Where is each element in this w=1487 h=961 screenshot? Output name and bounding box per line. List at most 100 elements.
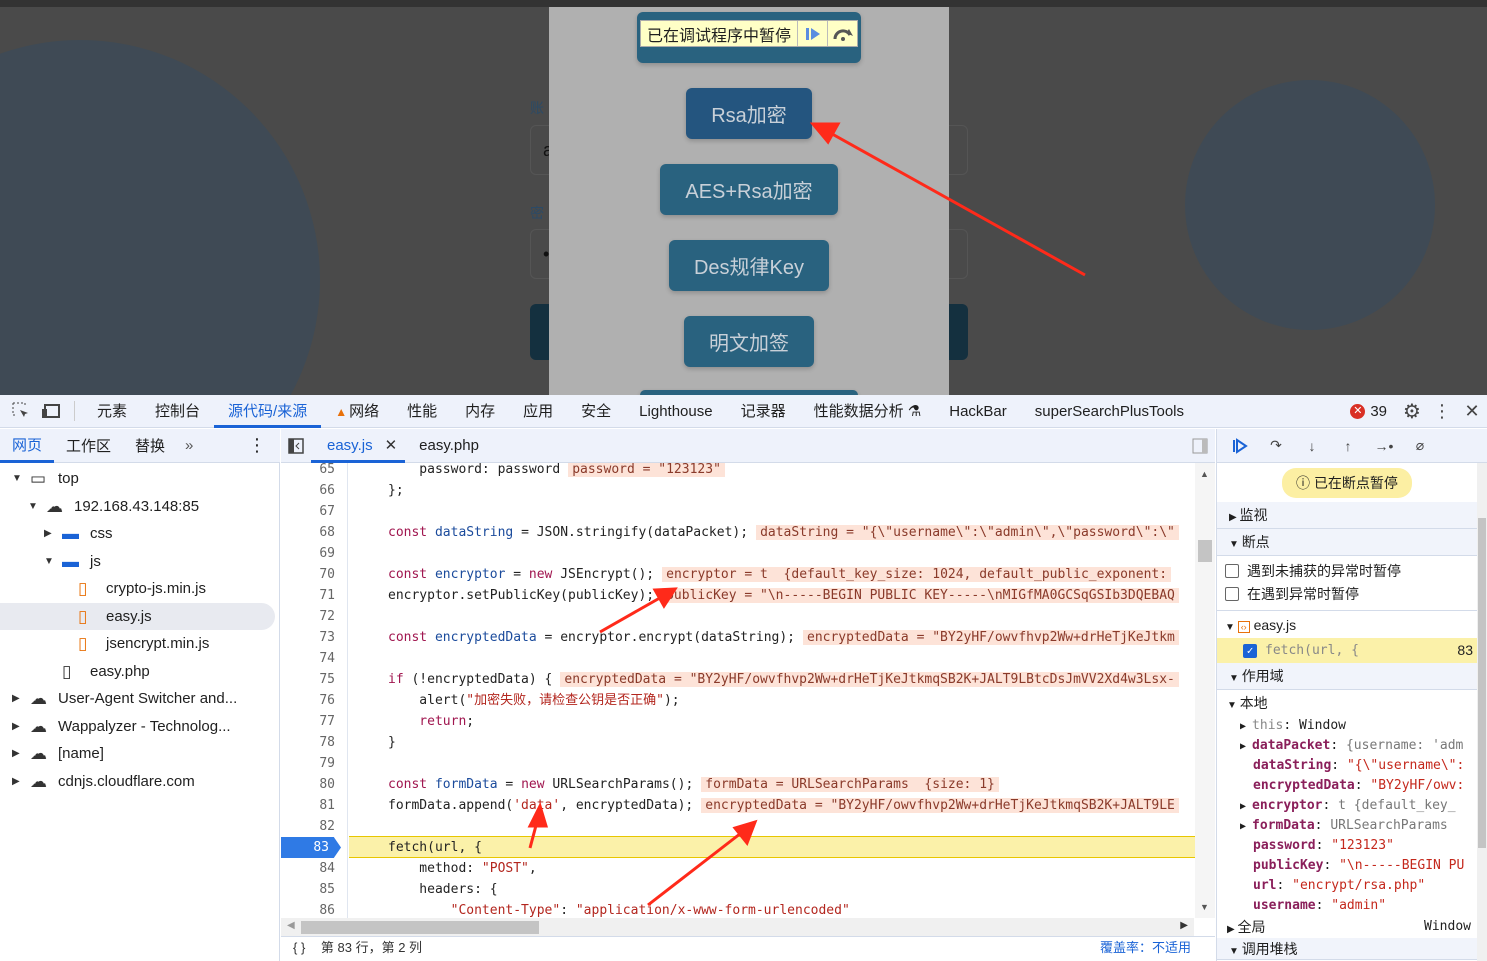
scope-variable[interactable]: ▶ encryptor: t {default_key_ — [1217, 796, 1487, 816]
navigator-menu-icon[interactable]: ⋮ — [234, 435, 280, 456]
line-number[interactable]: 70 — [281, 564, 347, 585]
tree-item[interactable]: ▶ ☁ Wappalyzer - Technolog... — [0, 713, 279, 741]
scope-variable[interactable]: publicKey: "\n-----BEGIN PU — [1217, 856, 1487, 876]
local-scope[interactable]: ▼ 本地 — [1217, 690, 1487, 716]
tab-4[interactable]: 性能 — [393, 395, 451, 428]
nav-tab-page[interactable]: 网页 — [0, 429, 55, 463]
tree-item[interactable]: ▶ ☁ [name] — [0, 740, 279, 768]
breakpoint-file[interactable]: ▼ ‹› easy.js — [1217, 610, 1487, 638]
tab-12[interactable]: superSearchPlusTools — [1021, 395, 1198, 428]
step-over-icon[interactable] — [827, 21, 857, 46]
coverage-link[interactable]: 覆盖率：不适用 — [1100, 937, 1191, 959]
line-number[interactable]: 71 — [281, 585, 347, 606]
more-tabs-chevron-icon[interactable]: » — [177, 437, 201, 454]
scope-variable[interactable]: dataString: "{\"username\": — [1217, 756, 1487, 776]
collapsed-triangle-icon[interactable]: ▶ — [12, 713, 20, 741]
editor-horizontal-scrollbar[interactable]: ◀ ▶ — [281, 918, 1194, 936]
code-editor[interactable]: 65 password: password password = "123123"… — [281, 463, 1215, 918]
line-number[interactable]: 72 — [281, 606, 347, 627]
scope-variable[interactable]: ▶ this: Window — [1217, 716, 1487, 736]
nav-tab-workspace[interactable]: 工作区 — [54, 435, 123, 456]
breakpoint-marker[interactable]: 83 — [281, 837, 341, 858]
deactivate-breakpoints-icon[interactable]: ⌀ — [1405, 431, 1435, 461]
call-stack-section[interactable]: ▼ 调用堆栈 — [1217, 938, 1487, 960]
resume-icon[interactable] — [1225, 431, 1255, 461]
tree-item[interactable]: ▯ easy.php — [0, 658, 279, 686]
line-number[interactable]: 76 — [281, 690, 347, 711]
pretty-print-icon[interactable]: { } — [293, 940, 305, 955]
breakpoint-checkbox[interactable]: ✓ — [1243, 644, 1257, 658]
device-toolbar-icon[interactable] — [36, 396, 66, 426]
scope-variable[interactable]: password: "123123" — [1217, 836, 1487, 856]
scope-section[interactable]: ▼ 作用域 — [1217, 663, 1487, 690]
line-number[interactable]: 86 — [281, 900, 347, 918]
tree-item[interactable]: ▯ jsencrypt.min.js — [0, 630, 279, 658]
close-devtools-icon[interactable]: ✕ — [1457, 396, 1487, 426]
line-number[interactable]: 67 — [281, 501, 347, 522]
toggle-debugger-icon[interactable] — [1185, 431, 1215, 461]
expand-triangle-icon[interactable]: ▶ — [1240, 821, 1252, 832]
line-number[interactable]: 69 — [281, 543, 347, 564]
resume-icon[interactable] — [797, 21, 827, 46]
line-number[interactable]: 68 — [281, 522, 347, 543]
collapsed-triangle-icon[interactable]: ▶ — [12, 685, 20, 713]
line-number[interactable]: 85 — [281, 879, 347, 900]
tab-2[interactable]: 源代码/来源 — [214, 395, 322, 428]
line-number[interactable]: 74 — [281, 648, 347, 669]
collapsed-triangle-icon[interactable]: ▶ — [44, 520, 52, 548]
line-number[interactable]: 80 — [281, 774, 347, 795]
line-number[interactable]: 77 — [281, 711, 347, 732]
tree-item[interactable]: ▶ ☁ cdnjs.cloudflare.com — [0, 768, 279, 796]
scope-variable[interactable]: ▶ formData: URLSearchParams — [1217, 816, 1487, 836]
tree-item[interactable]: ▼ ☁ 192.168.43.148:85 — [0, 493, 279, 521]
line-number[interactable]: 78 — [281, 732, 347, 753]
scope-variable[interactable]: ▶ dataPacket: {username: 'adm — [1217, 736, 1487, 756]
tab-11[interactable]: HackBar — [935, 395, 1021, 428]
tab-5[interactable]: 内存 — [451, 395, 509, 428]
scope-variable[interactable]: encryptedData: "BY2yHF/owv: — [1217, 776, 1487, 796]
line-number[interactable]: 82 — [281, 816, 347, 837]
file-tab-easy-js[interactable]: easy.js ✕ — [311, 429, 406, 463]
pause-uncaught-checkbox[interactable]: 遇到未捕获的异常时暂停 — [1225, 560, 1479, 583]
line-number[interactable]: 73 — [281, 627, 347, 648]
inspect-element-icon[interactable] — [6, 396, 36, 426]
file-tab-easy-php[interactable]: easy.php — [405, 437, 493, 454]
aes-rsa-encrypt-button[interactable]: AES+Rsa加密 — [660, 164, 838, 215]
line-number[interactable]: 75 — [281, 669, 347, 690]
line-number[interactable]: 81 — [281, 795, 347, 816]
tab-7[interactable]: 安全 — [567, 395, 625, 428]
expanded-triangle-icon[interactable]: ▼ — [44, 548, 54, 576]
expand-triangle-icon[interactable]: ▶ — [1240, 801, 1252, 812]
tab-6[interactable]: 应用 — [509, 395, 567, 428]
breakpoint-item[interactable]: ✓ fetch(url, {83 — [1217, 638, 1487, 663]
des-key-button[interactable]: Des规律Key — [669, 240, 829, 291]
collapsed-triangle-icon[interactable]: ▶ — [12, 740, 20, 768]
nav-tab-overrides[interactable]: 替换 — [123, 435, 177, 456]
tab-3[interactable]: ▲ 网络 — [321, 395, 393, 428]
scope-variable[interactable]: url: "encrypt/rsa.php" — [1217, 876, 1487, 896]
tree-item[interactable]: ▼ ▭ top — [0, 465, 279, 493]
tab-8[interactable]: Lighthouse — [625, 395, 726, 428]
line-number[interactable]: 79 — [281, 753, 347, 774]
sidebar-scrollbar[interactable] — [1477, 463, 1487, 961]
error-count-badge[interactable]: ✕ 39 — [1350, 403, 1397, 420]
collapsed-triangle-icon[interactable]: ▶ — [12, 768, 20, 796]
tree-item[interactable]: ▶ ☁ User-Agent Switcher and... — [0, 685, 279, 713]
tree-item[interactable]: ▼ ▬ js — [0, 548, 279, 576]
settings-gear-icon[interactable]: ⚙ — [1397, 396, 1427, 426]
tree-item[interactable]: ▶ ▬ css — [0, 520, 279, 548]
more-options-icon[interactable]: ⋮ — [1427, 396, 1457, 426]
pause-caught-checkbox[interactable]: 在遇到异常时暂停 — [1225, 583, 1479, 606]
line-number[interactable]: 66 — [281, 480, 347, 501]
line-number[interactable]: 84 — [281, 858, 347, 879]
step-out-icon[interactable]: ↑ — [1333, 431, 1363, 461]
step-over-icon[interactable]: ↷ — [1261, 431, 1291, 461]
expanded-triangle-icon[interactable]: ▼ — [28, 493, 38, 521]
expand-triangle-icon[interactable]: ▶ — [1240, 721, 1252, 732]
tab-9[interactable]: 记录器 — [727, 395, 800, 428]
tab-0[interactable]: 元素 — [83, 395, 141, 428]
expanded-triangle-icon[interactable]: ▼ — [12, 465, 22, 493]
breakpoints-section[interactable]: ▼ 断点 — [1217, 529, 1487, 556]
line-number[interactable]: 65 — [281, 463, 347, 480]
toggle-navigator-icon[interactable] — [281, 431, 311, 461]
